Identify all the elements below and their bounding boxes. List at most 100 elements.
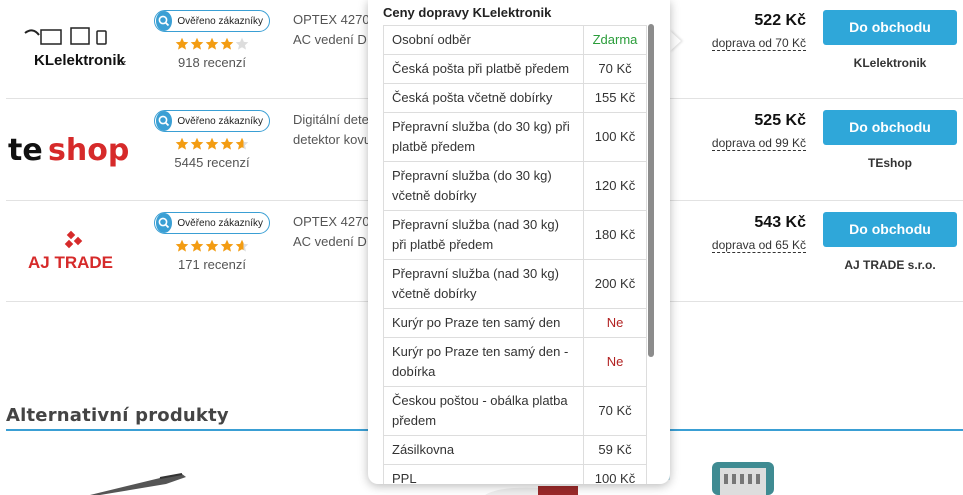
star-icon	[235, 37, 249, 50]
badge-label: Ověřeno zákazníky	[177, 217, 263, 229]
klelektronik-logo-text: KLelektronik	[34, 52, 126, 69]
shop-logo-teshop[interactable]: te shop	[6, 100, 141, 200]
star-icon	[235, 239, 249, 252]
shipping-row: Česká pošta včetně dobírky 155 Kč	[383, 83, 647, 113]
shipping-method: PPL	[383, 464, 584, 484]
shipping-method: Česká pošta včetně dobírky	[383, 83, 584, 113]
shipping-method: Zásilkovna	[383, 435, 584, 465]
price: 525 Kč	[754, 112, 806, 129]
shipping-price: 200 Kč	[583, 259, 647, 309]
star-icon	[205, 137, 219, 150]
star-icon	[220, 137, 234, 150]
verified-badge[interactable]: Ověřeno zákazníky	[154, 212, 270, 234]
shop-rating[interactable]: Ověřeno zákazníky 918 recenzí	[154, 10, 270, 70]
shipping-method: Přepravní služba (nad 30 kg) včetně dobí…	[383, 259, 584, 309]
popup-scrollbar[interactable]	[648, 24, 654, 357]
star-rating	[154, 137, 270, 151]
product-description[interactable]: OPTEX 4270 AC vedení D	[293, 10, 373, 50]
product-description[interactable]: OPTEX 4270 AC vedení D	[293, 212, 373, 252]
shipping-price: 100 Kč	[583, 112, 647, 162]
shipping-price: 59 Kč	[583, 435, 647, 465]
price: 543 Kč	[754, 214, 806, 231]
shipping-price: 70 Kč	[583, 386, 647, 436]
star-icon	[205, 37, 219, 50]
shop-rating[interactable]: Ověřeno zákazníky 5445 recenzí	[154, 110, 270, 170]
go-to-shop-button[interactable]: Do obchodu	[823, 110, 957, 145]
shipping-row: Přepravní služba (nad 30 kg) při platbě …	[383, 210, 647, 260]
svg-text:.cz: .cz	[117, 60, 126, 67]
shipping-row: Přepravní služba (nad 30 kg) včetně dobí…	[383, 259, 647, 309]
shipping-row: Česká pošta při platbě předem 70 Kč	[383, 54, 647, 84]
shipping-price: 70 Kč	[583, 54, 647, 84]
shipping-price: 155 Kč	[583, 83, 647, 113]
shipping-row: Zásilkovna 59 Kč	[383, 435, 647, 465]
shop-logo-ajtrade[interactable]: AJ TRADE	[6, 202, 141, 301]
shipping-row: Kurýr po Praze ten samý den - dobírka Ne	[383, 337, 647, 387]
shipping-price: Ne	[583, 308, 647, 338]
shipping-link[interactable]: doprava od 70 Kč	[711, 36, 806, 51]
popup-arrow	[669, 30, 681, 52]
shipping-row: Kurýr po Praze ten samý den Ne	[383, 308, 647, 338]
popup-title: Ceny dopravy KLelektronik	[383, 5, 552, 20]
verified-badge[interactable]: Ověřeno zákazníky	[154, 110, 270, 132]
star-icon	[235, 137, 249, 150]
shop-block: Do obchodu AJ TRADE s.r.o.	[823, 212, 957, 272]
shipping-link[interactable]: doprava od 65 Kč	[711, 238, 806, 253]
price-block: 543 Kč doprava od 65 Kč	[706, 214, 806, 254]
shipping-row: Přepravní služba (do 30 kg) včetně dobír…	[383, 161, 647, 211]
go-to-shop-button[interactable]: Do obchodu	[823, 10, 957, 45]
alt-product-thumb-detector[interactable]	[708, 458, 778, 495]
shipping-price: Zdarma	[583, 25, 647, 55]
star-icon	[190, 137, 204, 150]
shipping-row: Českou poštou - obálka platba předem 70 K…	[383, 386, 647, 436]
verified-check-icon	[156, 111, 173, 131]
star-icon	[175, 37, 189, 50]
verified-badge[interactable]: Ověřeno zákazníky	[154, 10, 270, 32]
shipping-row: PPL 100 Kč	[383, 464, 647, 484]
review-count[interactable]: 171 recenzí	[154, 257, 270, 272]
star-icon	[220, 37, 234, 50]
star-icon	[175, 239, 189, 252]
star-icon	[205, 239, 219, 252]
shipping-method: Českou poštou - obálka platba předem	[383, 386, 584, 436]
review-count[interactable]: 5445 recenzí	[154, 155, 270, 170]
shipping-price: 180 Kč	[583, 210, 647, 260]
shop-name[interactable]: AJ TRADE s.r.o.	[823, 258, 957, 272]
shipping-row: Přepravní služba (do 30 kg) při platbě p…	[383, 112, 647, 162]
star-icon	[220, 239, 234, 252]
star-rating	[154, 37, 270, 51]
svg-text:shop: shop	[48, 133, 129, 168]
shop-name[interactable]: KLelektronik	[823, 56, 957, 70]
teshop-logo-text: te	[8, 133, 43, 168]
go-to-shop-button[interactable]: Do obchodu	[823, 212, 957, 247]
badge-label: Ověřeno zákazníky	[177, 115, 263, 127]
shop-block: Do obchodu KLelektronik	[823, 10, 957, 70]
alt-product-thumb-probe[interactable]	[90, 468, 190, 495]
shipping-method: Osobní odběr	[383, 25, 584, 55]
shipping-method: Kurýr po Praze ten samý den	[383, 308, 584, 338]
ajtrade-logo-text: AJ TRADE	[28, 253, 113, 272]
shipping-method: Přepravní služba (do 30 kg) při platbě p…	[383, 112, 584, 162]
shop-name[interactable]: TEshop	[823, 156, 957, 170]
shipping-price: Ne	[583, 337, 647, 387]
alternatives-heading: Alternativní produkty	[6, 405, 229, 426]
shipping-price: 100 Kč	[583, 464, 647, 484]
shipping-method: Česká pošta při platbě předem	[383, 54, 584, 84]
star-rating	[154, 239, 270, 253]
product-description[interactable]: Digitální dete detektor kovu	[293, 110, 373, 150]
shipping-price: 120 Kč	[583, 161, 647, 211]
verified-check-icon	[156, 11, 173, 31]
shipping-link[interactable]: doprava od 99 Kč	[711, 136, 806, 151]
shop-logo-klelektronik[interactable]: KLelektronik .cz	[6, 0, 141, 98]
shop-block: Do obchodu TEshop	[823, 110, 957, 170]
shipping-method: Kurýr po Praze ten samý den - dobírka	[383, 337, 584, 387]
shipping-method: Přepravní služba (nad 30 kg) při platbě …	[383, 210, 584, 260]
shop-rating[interactable]: Ověřeno zákazníky 171 recenzí	[154, 212, 270, 272]
review-count[interactable]: 918 recenzí	[154, 55, 270, 70]
shipping-method: Přepravní služba (do 30 kg) včetně dobír…	[383, 161, 584, 211]
badge-label: Ověřeno zákazníky	[177, 15, 263, 27]
price-block: 525 Kč doprava od 99 Kč	[706, 112, 806, 152]
star-icon	[190, 37, 204, 50]
shipping-prices-popup: Ceny dopravy KLelektronik Osobní odběr Zd…	[368, 0, 670, 484]
price: 522 Kč	[754, 12, 806, 29]
